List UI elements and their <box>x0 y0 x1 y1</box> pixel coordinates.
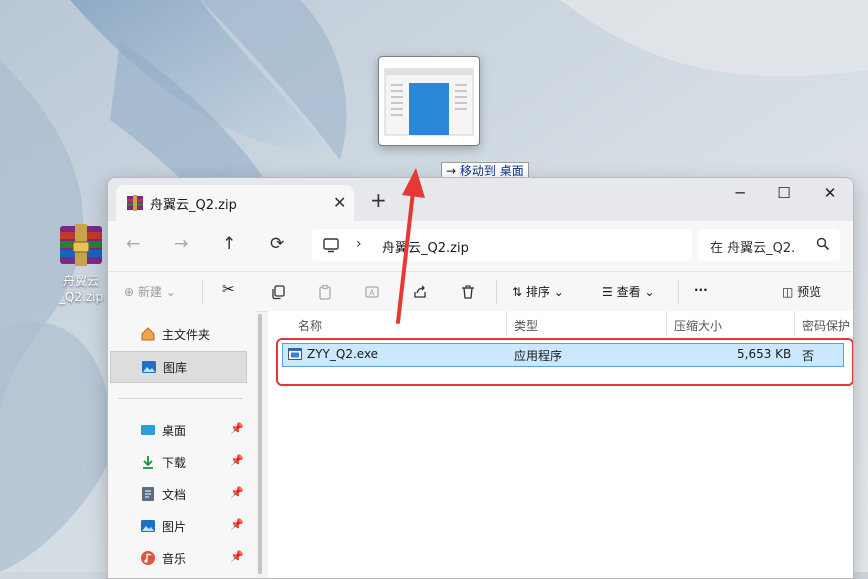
gallery-icon <box>141 359 157 378</box>
column-divider[interactable] <box>794 311 795 337</box>
pin-icon: 📌 <box>230 518 244 531</box>
column-header-name[interactable]: 名称 <box>298 317 322 334</box>
sort-button[interactable]: ⇅ 排序 ⌄ <box>512 283 564 300</box>
svg-text:A: A <box>369 289 375 298</box>
search-placeholder: 在 舟翼云_Q2. <box>710 241 796 256</box>
title-bar: 舟翼云_Q2.zip ✕ + ─ ☐ ✕ <box>108 178 853 221</box>
sidebar-item-documents[interactable]: 文档 📌 <box>110 479 245 509</box>
address-field[interactable]: › 舟翼云_Q2.zip <box>312 229 692 261</box>
navigation-pane: 主文件夹 图库 桌面 📌 下载 📌 文档 📌 图片 📌 音乐 📌 <box>108 311 256 578</box>
address-path: 舟翼云_Q2.zip <box>382 241 469 256</box>
close-button[interactable]: ✕ <box>810 184 850 202</box>
new-tab-button[interactable]: + <box>370 188 387 212</box>
sidebar-item-label: 图库 <box>163 361 188 375</box>
column-header-type[interactable]: 类型 <box>514 317 538 334</box>
drag-target-text: 桌面 <box>499 164 524 178</box>
computer-icon <box>323 238 339 253</box>
tab-title: 舟翼云_Q2.zip <box>150 198 237 213</box>
paste-icon[interactable] <box>317 284 333 300</box>
sidebar-item-downloads[interactable]: 下载 📌 <box>110 447 245 477</box>
zip-tab-icon <box>127 195 143 211</box>
desktop-icon-label-1: 舟翼云 <box>62 274 99 288</box>
sidebar-item-label: 音乐 <box>162 552 187 566</box>
preview-button[interactable]: ◫ 预览 <box>782 283 821 300</box>
document-icon <box>140 486 156 505</box>
sort-label: 排序 <box>525 285 550 299</box>
up-button[interactable]: ↑ <box>222 234 236 254</box>
preview-label: 预览 <box>797 285 822 299</box>
home-icon <box>140 326 156 345</box>
winrar-archive-icon <box>60 224 102 266</box>
back-button[interactable]: ← <box>126 234 140 254</box>
pin-icon: 📌 <box>230 422 244 435</box>
tab-current[interactable]: 舟翼云_Q2.zip ✕ <box>116 185 354 221</box>
toolbar-divider <box>496 280 497 304</box>
view-button[interactable]: ☰ 查看 ⌄ <box>602 283 655 300</box>
command-bar: ⊕ 新建 ⌄ ✂ A ⇅ 排序 ⌄ ☰ 查看 ⌄ ··· ◫ 预览 <box>108 271 853 312</box>
sidebar-item-label: 文档 <box>162 488 187 502</box>
drag-arrow-glyph: → <box>446 164 457 178</box>
drag-preview-thumbnail <box>378 56 480 146</box>
desktop-icon <box>140 422 156 441</box>
sidebar-item-desktop[interactable]: 桌面 📌 <box>110 415 245 445</box>
chevron-down-icon: ⌄ <box>553 285 564 299</box>
highlight-annotation-box <box>276 338 853 386</box>
refresh-button[interactable]: ⟳ <box>270 234 284 254</box>
chevron-down-icon: ⌄ <box>644 285 655 299</box>
forward-button[interactable]: → <box>174 234 188 254</box>
sidebar-item-pictures[interactable]: 图片 📌 <box>110 511 245 541</box>
sidebar-item-label: 下载 <box>162 456 187 470</box>
column-divider[interactable] <box>666 311 667 337</box>
view-icon: ☰ <box>602 285 613 299</box>
toolbar-divider <box>678 280 679 304</box>
new-label: 新建 <box>137 285 162 299</box>
preview-pane-icon: ◫ <box>782 285 794 299</box>
pin-icon: 📌 <box>230 486 244 499</box>
breadcrumb-chevron-icon: › <box>356 236 362 252</box>
executable-thumbnail-icon <box>384 68 474 136</box>
picture-icon <box>140 518 156 537</box>
file-explorer-window: 舟翼云_Q2.zip ✕ + ─ ☐ ✕ ← → ↑ ⟳ › 舟翼云_Q2.zi… <box>107 177 854 579</box>
copy-icon[interactable] <box>270 284 286 300</box>
column-header-compressed-size[interactable]: 压缩大小 <box>674 317 722 334</box>
column-header-password[interactable]: 密码保护 <box>802 317 850 334</box>
pin-icon: 📌 <box>230 454 244 467</box>
rename-icon[interactable]: A <box>364 284 380 300</box>
desktop-icon-label-2: _Q2.zip <box>58 290 104 304</box>
file-list: 名称 类型 压缩大小 密码保护 ZYY_Q2.exe 应用程序 5,653 KB… <box>268 311 853 578</box>
drag-action-text: 移动到 <box>459 164 496 178</box>
sidebar-item-label: 图片 <box>162 520 187 534</box>
address-bar-row: ← → ↑ ⟳ › 舟翼云_Q2.zip 在 舟翼云_Q2. <box>108 221 853 271</box>
desktop-zip-file-icon[interactable]: 舟翼云 _Q2.zip <box>52 222 110 305</box>
pin-icon: 📌 <box>230 550 244 563</box>
sidebar-item-label: 主文件夹 <box>162 328 211 342</box>
share-icon[interactable] <box>412 284 428 300</box>
search-icon <box>816 237 830 251</box>
column-divider[interactable] <box>506 311 507 337</box>
sidebar-scrollbar[interactable] <box>258 314 262 574</box>
sidebar-item-label: 桌面 <box>162 424 187 438</box>
chevron-down-icon: ⌄ <box>165 285 176 299</box>
search-input[interactable]: 在 舟翼云_Q2. <box>698 229 840 261</box>
sidebar-item-gallery[interactable]: 图库 <box>110 351 247 383</box>
sidebar-divider <box>118 398 243 399</box>
view-label: 查看 <box>616 285 641 299</box>
add-icon: ⊕ <box>124 285 135 299</box>
tab-close-button[interactable]: ✕ <box>333 193 346 212</box>
music-icon <box>140 550 156 569</box>
toolbar-divider <box>202 280 203 304</box>
sidebar-item-home[interactable]: 主文件夹 <box>110 319 245 349</box>
minimize-button[interactable]: ─ <box>720 184 760 202</box>
more-options-button[interactable]: ··· <box>694 283 708 297</box>
new-button[interactable]: ⊕ 新建 ⌄ <box>124 283 176 300</box>
maximize-button[interactable]: ☐ <box>764 184 804 202</box>
sidebar-item-music[interactable]: 音乐 📌 <box>110 543 245 573</box>
cut-icon[interactable]: ✂ <box>222 280 235 298</box>
delete-icon[interactable] <box>460 284 476 300</box>
sort-icon: ⇅ <box>512 285 523 299</box>
download-icon <box>140 454 156 473</box>
